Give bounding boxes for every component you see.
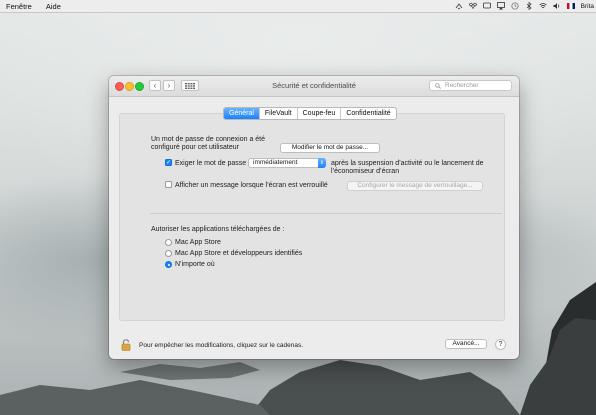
downloads-heading: Autoriser les applications téléchargées … (151, 226, 285, 233)
radio-anywhere[interactable] (165, 261, 172, 268)
require-password-after-line2: l’économiseur d’écran (331, 168, 400, 175)
messages-icon[interactable] (482, 2, 491, 10)
search-field[interactable]: Rechercher (429, 80, 512, 91)
tab-bar: Général FileVault Coupe-feu Confidential… (223, 107, 397, 120)
tab-firewall[interactable]: Coupe-feu (298, 108, 342, 119)
advanced-button[interactable]: Avancé... (445, 339, 487, 349)
password-info-line2: configuré pour cet utilisateur (151, 144, 239, 151)
uk-flag-icon[interactable] (566, 3, 575, 9)
set-lock-message-button[interactable]: Configurer le message de verrouillage... (347, 181, 483, 191)
divider (150, 213, 502, 214)
popup-value: immédiatement (253, 159, 298, 166)
tab-privacy[interactable]: Confidentialité (341, 108, 395, 119)
require-password-checkbox[interactable]: ✓ (165, 159, 172, 166)
radio-label-anywhere: N’importe où (175, 261, 215, 268)
radio-app-store-identified[interactable] (165, 250, 172, 257)
volume-icon[interactable] (553, 2, 561, 10)
tab-filevault[interactable]: FileVault (260, 108, 298, 119)
show-message-checkbox[interactable] (165, 181, 172, 188)
bluetooth-icon[interactable] (525, 2, 533, 10)
menu-fenetre[interactable]: Fenêtre (6, 2, 32, 11)
tab-general[interactable]: Général (224, 108, 260, 119)
menubar-user[interactable]: Brita (581, 3, 594, 10)
radio-label-mac-app-store: Mac App Store (175, 239, 221, 246)
time-machine-icon[interactable] (511, 2, 519, 10)
wifi-icon[interactable] (538, 2, 547, 10)
radio-mac-app-store[interactable] (165, 239, 172, 246)
require-password-delay-popup[interactable]: immédiatement ⇕ (248, 158, 326, 168)
password-info-line1: Un mot de passe de connexion a été (151, 136, 266, 143)
require-password-after-line1: après la suspension d’activité ou le lan… (331, 160, 484, 167)
lock-instruction: Pour empêcher les modifications, cliquez… (139, 342, 304, 349)
radio-label-app-store-identified: Mac App Store et développeurs identifiés (175, 250, 303, 257)
search-icon (435, 82, 441, 89)
dropbox-icon[interactable] (468, 2, 477, 10)
popup-arrows-icon: ⇕ (318, 158, 326, 168)
menubar-extras: Brita (455, 0, 596, 12)
require-password-label: Exiger le mot de passe (175, 160, 247, 167)
airplay-icon[interactable] (496, 2, 505, 10)
menu-aide[interactable]: Aide (46, 2, 61, 11)
menubar: Fenêtre Aide Brita (0, 0, 596, 13)
help-button[interactable]: ? (495, 339, 506, 350)
security-preferences-window: ‹ › Sécurité et confidentialité Recherch… (109, 76, 519, 359)
titlebar: ‹ › Sécurité et confidentialité Recherch… (109, 76, 519, 97)
padlock-icon[interactable] (121, 339, 131, 351)
search-placeholder: Rechercher (445, 82, 479, 89)
general-pane: Un mot de passe de connexion a été confi… (119, 113, 505, 321)
change-password-button[interactable]: Modifier le mot de passe... (280, 143, 380, 153)
show-message-label: Afficher un message lorsque l’écran est … (175, 182, 328, 189)
wifi-sync-icon[interactable] (455, 2, 463, 10)
